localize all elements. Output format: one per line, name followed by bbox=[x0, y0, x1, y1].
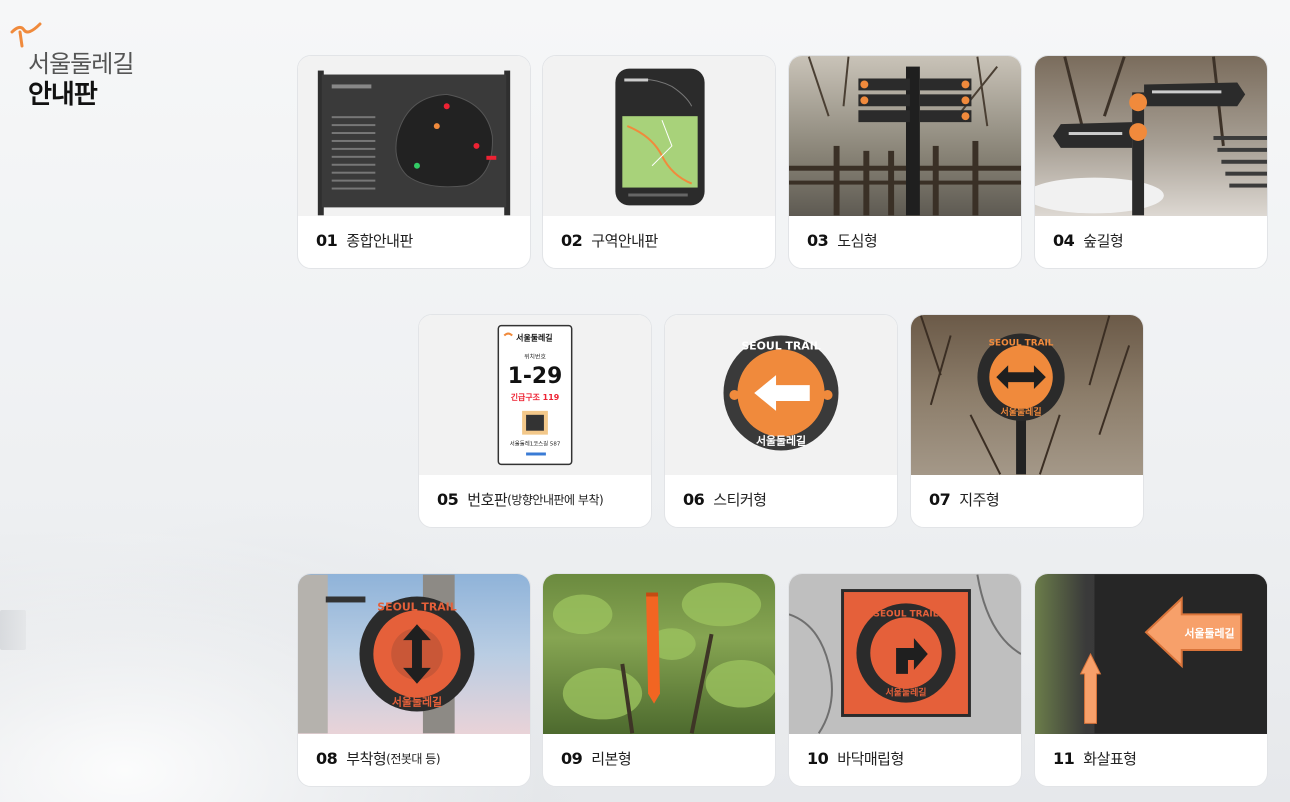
sign-number: 06 bbox=[683, 489, 705, 509]
sign-image-02 bbox=[543, 56, 775, 216]
arrow-sign-text: 서울둘레길 bbox=[1184, 626, 1234, 640]
sign-caption-05: 05 번호판 (방향안내판에 부착) bbox=[437, 487, 604, 511]
sign-card-05[interactable]: 서울둘레길 위치번호 1-29 긴급구조 119 서울둘레1코스길 587 05… bbox=[418, 314, 652, 528]
sign-caption-04: 04 숲길형 bbox=[1053, 228, 1124, 252]
sign-card-07[interactable]: SEOUL TRAIL 서울둘레길 07 지주형 bbox=[910, 314, 1144, 528]
sign-caption-07: 07 지주형 bbox=[929, 487, 1000, 511]
sign-card-08[interactable]: SEOUL TRAIL 서울둘레길 08 부착형 (전봇대 등) bbox=[297, 573, 531, 787]
sign-card-04[interactable]: 04 숲길형 bbox=[1034, 55, 1268, 269]
sign-number: 10 bbox=[807, 748, 829, 768]
attached-ring-top: SEOUL TRAIL bbox=[377, 600, 456, 613]
post-sign-icon: SEOUL TRAIL 서울둘레길 bbox=[919, 315, 1131, 475]
sign-image-05: 서울둘레길 위치번호 1-29 긴급구조 119 서울둘레1코스길 587 bbox=[419, 315, 651, 475]
plate-emergency: 긴급구조 119 bbox=[511, 392, 559, 402]
sign-number: 09 bbox=[561, 748, 583, 768]
sign-caption-03: 03 도심형 bbox=[807, 228, 878, 252]
ribbon-sign-icon bbox=[552, 582, 775, 734]
sign-card-10[interactable]: SEOUL TRAIL 서울둘레길 10 바닥매립형 bbox=[788, 573, 1022, 787]
attached-ring-bottom: 서울둘레길 bbox=[392, 695, 442, 709]
sign-number: 11 bbox=[1053, 748, 1075, 768]
sign-number: 05 bbox=[437, 489, 459, 509]
attached-sign-icon: SEOUL TRAIL 서울둘레길 bbox=[298, 574, 475, 734]
sticker-ring-top: SEOUL TRAIL bbox=[741, 339, 820, 352]
sign-caption-09: 09 리본형 bbox=[561, 746, 632, 770]
sign-card-06[interactable]: SEOUL TRAIL 서울둘레길 06 스티커형 bbox=[664, 314, 898, 528]
sign-image-06: SEOUL TRAIL 서울둘레길 bbox=[665, 315, 897, 475]
sign-image-07: SEOUL TRAIL 서울둘레길 bbox=[911, 315, 1143, 475]
background-pole bbox=[0, 610, 26, 650]
sign-label: 종합안내판 bbox=[346, 231, 413, 250]
overview-board-icon bbox=[317, 70, 511, 216]
sign-number: 02 bbox=[561, 230, 583, 250]
sign-caption-10: 10 바닥매립형 bbox=[807, 746, 904, 770]
sign-label: 번호판 bbox=[467, 490, 508, 509]
sign-card-02[interactable]: 02 구역안내판 bbox=[542, 55, 776, 269]
sign-card-03[interactable]: 03 도심형 bbox=[788, 55, 1022, 269]
sign-caption-01: 01 종합안내판 bbox=[316, 228, 413, 252]
sign-caption-06: 06 스티커형 bbox=[683, 487, 767, 511]
sticker-sign-icon: SEOUL TRAIL 서울둘레길 bbox=[723, 335, 839, 451]
sign-label-note: (방향안내판에 부착) bbox=[507, 492, 604, 507]
floor-ring-top: SEOUL TRAIL bbox=[874, 609, 939, 619]
sign-image-04 bbox=[1035, 56, 1267, 216]
sign-number: 07 bbox=[929, 489, 951, 509]
floor-sign-icon: SEOUL TRAIL 서울둘레길 bbox=[789, 574, 1021, 734]
sign-label-note: (전봇대 등) bbox=[386, 751, 441, 766]
sign-label: 부착형 bbox=[346, 749, 387, 768]
sign-image-08: SEOUL TRAIL 서울둘레길 bbox=[298, 574, 530, 734]
sign-label: 숲길형 bbox=[1083, 231, 1124, 250]
arrow-sign-icon: 서울둘레길 bbox=[1079, 574, 1267, 734]
sign-number: 08 bbox=[316, 748, 338, 768]
sign-number: 03 bbox=[807, 230, 829, 250]
sign-card-01[interactable]: 01 종합안내판 bbox=[297, 55, 531, 269]
sign-card-09[interactable]: 09 리본형 bbox=[542, 573, 776, 787]
sign-label: 화살표형 bbox=[1083, 749, 1137, 768]
sign-image-03 bbox=[789, 56, 1021, 216]
sign-image-01 bbox=[298, 56, 530, 216]
plate-number: 1-29 bbox=[508, 364, 563, 389]
sign-label: 지주형 bbox=[959, 490, 1000, 509]
post-ring-bottom: 서울둘레길 bbox=[1001, 406, 1042, 418]
sign-image-10: SEOUL TRAIL 서울둘레길 bbox=[789, 574, 1021, 734]
sign-number: 04 bbox=[1053, 230, 1075, 250]
forest-signpost-icon bbox=[1035, 56, 1267, 216]
plate-caption: 위치번호 bbox=[524, 352, 546, 360]
plate-brand: 서울둘레길 bbox=[516, 332, 552, 342]
sticker-ring-bottom: 서울둘레길 bbox=[756, 434, 806, 448]
zone-board-icon bbox=[615, 68, 705, 206]
page-title: 안내판 bbox=[28, 80, 98, 110]
sign-label: 리본형 bbox=[591, 749, 632, 768]
post-ring-top: SEOUL TRAIL bbox=[989, 338, 1054, 348]
floor-ring-bottom: 서울둘레길 bbox=[885, 687, 926, 699]
sign-image-09 bbox=[543, 574, 775, 734]
sign-label: 구역안내판 bbox=[591, 231, 658, 250]
sign-card-11[interactable]: 서울둘레길 11 화살표형 bbox=[1034, 573, 1268, 787]
sign-label: 바닥매립형 bbox=[837, 749, 904, 768]
sign-caption-08: 08 부착형 (전봇대 등) bbox=[316, 746, 441, 770]
sign-label: 스티커형 bbox=[713, 490, 767, 509]
sign-label: 도심형 bbox=[837, 231, 878, 250]
urban-signpost-icon bbox=[789, 56, 1021, 216]
number-plate-icon: 서울둘레길 위치번호 1-29 긴급구조 119 서울둘레1코스길 587 bbox=[497, 324, 573, 466]
sign-caption-11: 11 화살표형 bbox=[1053, 746, 1137, 770]
plate-address: 서울둘레1코스길 587 bbox=[510, 440, 561, 448]
sign-image-11: 서울둘레길 bbox=[1035, 574, 1267, 734]
sign-number: 01 bbox=[316, 230, 338, 250]
sign-caption-02: 02 구역안내판 bbox=[561, 228, 658, 252]
